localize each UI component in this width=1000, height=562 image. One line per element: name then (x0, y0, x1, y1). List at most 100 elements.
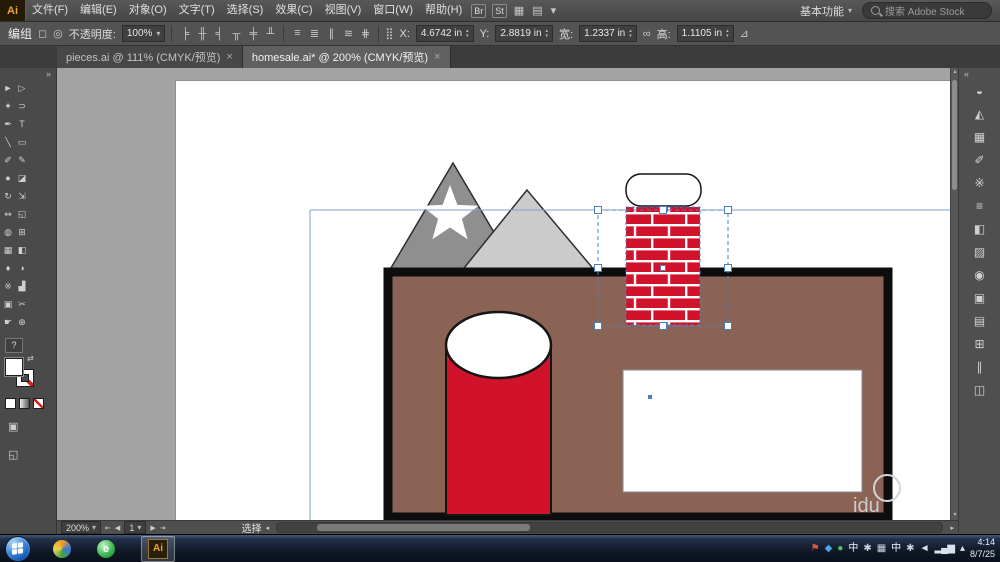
width-input[interactable]: 1.2337 in ▴▾ (579, 25, 637, 42)
symbol-sprayer-tool[interactable]: ※ (1, 277, 15, 295)
selection-tool[interactable]: ► (1, 79, 15, 97)
paintbrush-tool[interactable]: ✐ (1, 151, 15, 169)
scroll-up-icon[interactable]: ▴ (951, 68, 958, 77)
tray-app1-icon[interactable]: ⚑ (811, 544, 819, 554)
y-stepper[interactable]: ▴▾ (546, 29, 549, 39)
swatches-panel-icon[interactable]: ▦ (967, 125, 993, 148)
stroke-panel-icon[interactable]: ≡ (967, 194, 993, 217)
green-browser-app-icon[interactable]: e (97, 540, 115, 558)
transparency-panel-icon[interactable]: ▨ (967, 240, 993, 263)
rectangle-tool[interactable]: ▭ (15, 133, 29, 151)
scroll-right-icon[interactable]: ▸ (950, 524, 954, 532)
artboards-panel-icon[interactable]: ⊞ (967, 332, 993, 355)
first-artboard-button[interactable]: ⇤ (105, 524, 111, 532)
blob-brush-tool[interactable]: ● (1, 169, 15, 187)
shape-builder-tool[interactable]: ◍ (1, 223, 15, 241)
direct-selection-tool[interactable]: ▷ (15, 79, 29, 97)
cylinder-top-ellipse-shape[interactable] (446, 312, 551, 378)
zoom-level-select[interactable]: 200% ▾ (61, 521, 101, 534)
slice-tool[interactable]: ✂ (15, 295, 29, 313)
tab-pieces[interactable]: pieces.ai @ 111% (CMYK/预览) × (57, 46, 243, 68)
selection-handle[interactable] (595, 265, 602, 272)
selection-handle[interactable] (660, 323, 667, 330)
lasso-tool[interactable]: ⊃ (15, 97, 29, 115)
draw-mode-button[interactable]: ▣ (8, 420, 18, 433)
collapse-panel-icon[interactable]: » (0, 68, 56, 79)
selection-handle[interactable] (660, 207, 667, 214)
close-icon[interactable]: × (226, 51, 232, 63)
mesh-tool[interactable]: ▦ (1, 241, 15, 259)
chimney-smoke-shape[interactable] (626, 174, 701, 206)
shear-icon[interactable]: ⊿ (740, 27, 749, 40)
volume-icon[interactable]: ◄ (920, 544, 929, 554)
zoom-tool[interactable]: ⊕ (15, 313, 29, 331)
graphic-styles-panel-icon[interactable]: ▣ (967, 286, 993, 309)
selection-handle[interactable] (725, 207, 732, 214)
opacity-input[interactable]: 100% ▾ (122, 25, 166, 42)
selection-center-point[interactable] (661, 266, 666, 271)
distribute-icon[interactable]: ≡ (290, 27, 304, 40)
width-stepper[interactable]: ▴▾ (629, 29, 632, 39)
distribute-icon[interactable]: ≋ (341, 27, 355, 40)
ime-keyboard-icon[interactable]: ▦ (877, 544, 885, 554)
reference-point-locator[interactable]: ⣿ (385, 27, 393, 40)
screen-mode-button[interactable]: ◱ (8, 448, 18, 461)
symbols-panel-icon[interactable]: ※ (967, 171, 993, 194)
menu-item[interactable]: 文字(T) (173, 0, 221, 21)
scale-tool[interactable]: ⇲ (15, 187, 29, 205)
perspective-grid-tool[interactable]: ⊞ (15, 223, 29, 241)
selection-handle[interactable] (725, 265, 732, 272)
height-stepper[interactable]: ▴▾ (726, 29, 729, 39)
menu-item[interactable]: 文件(F) (26, 0, 74, 21)
color-panel-icon[interactable]: ◒ (967, 79, 993, 102)
horizontal-scrollbar[interactable] (276, 522, 943, 533)
tray-app2-icon[interactable]: ◆ (825, 544, 832, 554)
menu-item[interactable]: 效果(C) (269, 0, 318, 21)
align-icon[interactable]: ╥ (229, 28, 243, 40)
appearance-panel-icon[interactable]: ◉ (967, 263, 993, 286)
gradient-tool[interactable]: ◧ (15, 241, 29, 259)
brushes-panel-icon[interactable]: ✐ (967, 148, 993, 171)
taskbar-clock[interactable]: 4:14 8/7/25 (970, 537, 995, 560)
color-guide-panel-icon[interactable]: ◭ (967, 102, 993, 125)
network-icon[interactable]: ▂▄▆ (934, 544, 953, 554)
color-button[interactable] (5, 398, 16, 409)
arrange-documents-icon[interactable]: ▦ (514, 4, 524, 17)
eraser-tool[interactable]: ◪ (15, 169, 29, 187)
bridge-button[interactable]: Br (471, 4, 486, 18)
stock-search-input[interactable]: 搜索 Adobe Stock (862, 2, 992, 19)
menu-item[interactable]: 帮助(H) (419, 0, 468, 21)
height-input[interactable]: 1.1105 in ▴▾ (677, 25, 734, 42)
menu-item[interactable]: 窗口(W) (367, 0, 419, 21)
close-icon[interactable]: × (434, 51, 440, 63)
menu-item[interactable]: 编辑(E) (74, 0, 123, 21)
selection-handle[interactable] (725, 323, 732, 330)
start-button[interactable] (5, 536, 31, 562)
appearance-proxy-icon[interactable]: ◻ (38, 27, 47, 40)
eyedropper-tool[interactable]: ♦ (1, 259, 15, 277)
ime-mode-icon[interactable]: ✱ (863, 544, 870, 554)
gradient-panel-icon[interactable]: ◧ (967, 217, 993, 240)
menu-item[interactable]: 对象(O) (123, 0, 173, 21)
align-icon[interactable]: ╨ (263, 28, 277, 40)
document-layout-icon[interactable]: ▤ (532, 4, 542, 17)
free-transform-tool[interactable]: ◱ (15, 205, 29, 223)
expand-panels-icon[interactable]: « (959, 69, 969, 79)
vertical-scroll-thumb[interactable] (952, 80, 957, 190)
last-artboard-button[interactable]: ⇥ (160, 524, 166, 532)
stock-button[interactable]: St (492, 4, 507, 18)
type-tool[interactable]: T (15, 115, 29, 133)
window-shape[interactable] (623, 370, 862, 492)
x-input[interactable]: 4.6742 in ▴▾ (416, 25, 474, 42)
hand-tool[interactable]: ☛ (1, 313, 15, 331)
ime-lang-2-icon[interactable]: 中 (891, 544, 900, 554)
align-icon[interactable]: ╪ (246, 28, 260, 40)
browser-app-icon[interactable] (53, 540, 71, 558)
distribute-icon[interactable]: ∥ (324, 27, 338, 40)
align-icon[interactable]: ╡ (212, 28, 226, 40)
ime-lang-icon[interactable]: 中 (848, 544, 857, 554)
vertical-scrollbar[interactable]: ▴ ▾ (950, 68, 958, 520)
align-panel-icon[interactable]: ∥ (967, 355, 993, 378)
none-button[interactable] (33, 398, 44, 409)
illustrator-taskbar-button[interactable]: Ai (141, 536, 175, 562)
